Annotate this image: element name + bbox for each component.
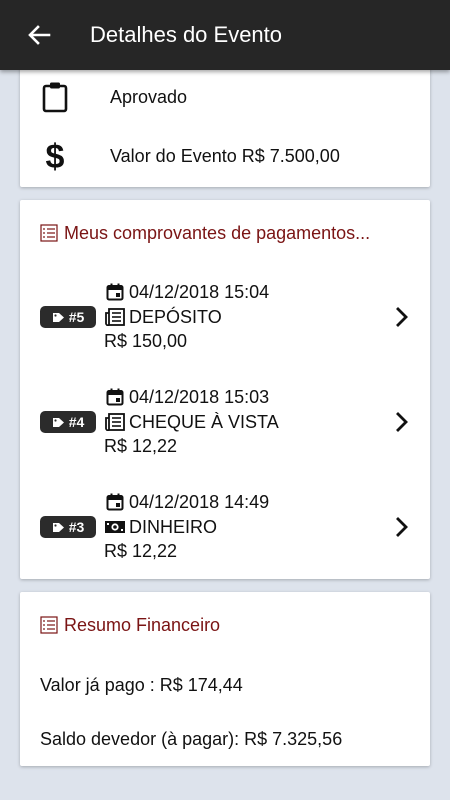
payment-badge: #5 bbox=[40, 306, 96, 328]
summary-section-title: Resumo Financeiro bbox=[40, 614, 220, 636]
payment-item-3[interactable]: #3 04/12/2018 14:49 DINHEIRO R$ 12,22 bbox=[20, 482, 430, 578]
event-status: Aprovado bbox=[110, 87, 188, 107]
tag-icon bbox=[52, 417, 64, 427]
payment-badge: #3 bbox=[40, 516, 96, 538]
payment-type: DINHEIRO bbox=[104, 516, 217, 538]
payment-type: DEPÓSITO bbox=[104, 306, 222, 328]
payments-title-text: Meus comprovantes de pagamentos... bbox=[64, 223, 371, 243]
balance-due: Saldo devedor (à pagar): R$ 7.325,56 bbox=[40, 729, 343, 749]
payment-amount: R$ 150,00 bbox=[104, 331, 188, 351]
payment-datetime: 04/12/2018 15:03 bbox=[104, 386, 269, 408]
payment-type: CHEQUE À VISTA bbox=[104, 411, 279, 433]
dollar-icon: $ bbox=[45, 138, 65, 176]
list-icon bbox=[40, 224, 58, 242]
arrow-back-icon bbox=[28, 25, 51, 45]
tag-icon bbox=[52, 312, 64, 322]
chevron-right-icon[interactable] bbox=[392, 409, 412, 435]
summary-title-text: Resumo Financeiro bbox=[64, 615, 221, 635]
financial-summary-card: Resumo Financeiro Valor já pago : R$ 174… bbox=[20, 592, 430, 766]
calendar-icon bbox=[104, 493, 126, 511]
payments-card: Meus comprovantes de pagamentos... #5 04… bbox=[20, 200, 430, 579]
chevron-right-icon[interactable] bbox=[392, 304, 412, 330]
cash-icon bbox=[104, 519, 126, 535]
payments-section-title: Meus comprovantes de pagamentos... bbox=[40, 222, 370, 244]
calendar-icon bbox=[104, 283, 126, 301]
receipt-icon bbox=[104, 413, 126, 431]
amount-paid: Valor já pago : R$ 174,44 bbox=[40, 675, 243, 695]
page-title: Detalhes do Evento bbox=[90, 22, 283, 47]
payment-datetime: 04/12/2018 15:04 bbox=[104, 281, 269, 303]
list-icon bbox=[40, 616, 58, 634]
app-bar: Detalhes do Evento bbox=[0, 0, 450, 70]
chevron-right-icon[interactable] bbox=[392, 514, 412, 540]
payment-amount: R$ 12,22 bbox=[104, 436, 178, 456]
payment-amount: R$ 12,22 bbox=[104, 541, 178, 561]
event-info-card: Aprovado $ Valor do Evento R$ 7.500,00 bbox=[20, 56, 430, 187]
payment-item-4[interactable]: #4 04/12/2018 15:03 CHEQUE À VISTA R$ 12… bbox=[20, 377, 430, 473]
payment-item-5[interactable]: #5 04/12/2018 15:04 DEPÓSITO R$ 150,00 bbox=[20, 272, 430, 368]
back-button[interactable] bbox=[22, 20, 56, 50]
receipt-icon bbox=[104, 308, 126, 326]
payment-badge: #4 bbox=[40, 411, 96, 433]
event-value: Valor do Evento R$ 7.500,00 bbox=[110, 146, 340, 166]
tag-icon bbox=[52, 522, 64, 532]
calendar-icon bbox=[104, 388, 126, 406]
payment-datetime: 04/12/2018 14:49 bbox=[104, 491, 269, 513]
clipboard-icon bbox=[40, 80, 70, 114]
